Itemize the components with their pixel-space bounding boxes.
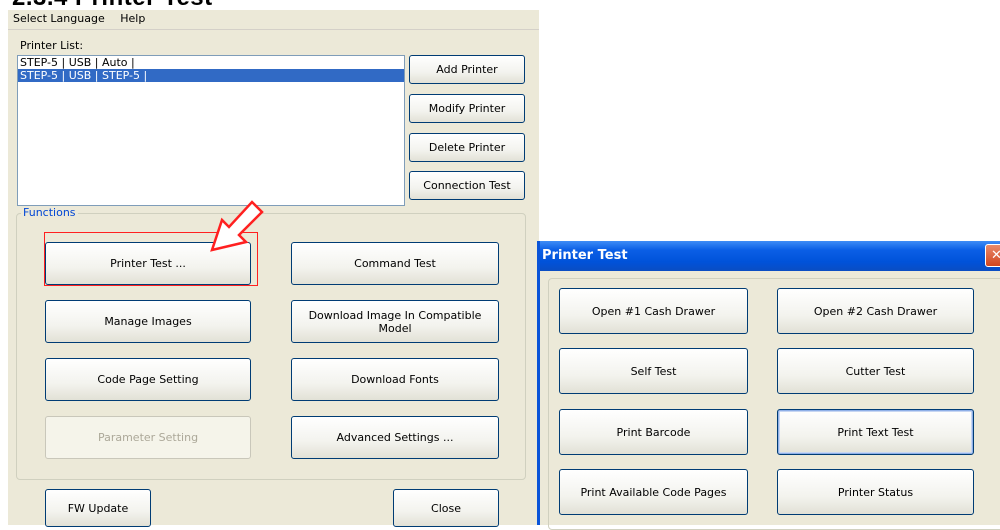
printer-test-dialog: Printer Test ✕ Open #1 Cash Drawer Open … <box>537 241 1000 530</box>
connection-test-button[interactable]: Connection Test <box>409 171 525 200</box>
menu-select-language[interactable]: Select Language <box>8 10 111 27</box>
parameter-setting-button: Parameter Setting <box>45 416 251 459</box>
download-image-button[interactable]: Download Image In Compatible Model <box>291 300 499 343</box>
code-page-setting-button[interactable]: Code Page Setting <box>45 358 251 401</box>
fw-update-button[interactable]: FW Update <box>45 489 151 527</box>
print-text-test-button[interactable]: Print Text Test <box>777 409 974 455</box>
menu-help[interactable]: Help <box>114 10 151 27</box>
add-printer-button[interactable]: Add Printer <box>409 55 525 84</box>
printer-list[interactable]: STEP-5 | USB | Auto | STEP-5 | USB | STE… <box>17 55 405 206</box>
open-cash-drawer-1-button[interactable]: Open #1 Cash Drawer <box>559 288 748 334</box>
dialog-title: Printer Test <box>542 248 628 263</box>
menu-bar: Select Language Help <box>8 10 539 30</box>
print-barcode-button[interactable]: Print Barcode <box>559 409 748 455</box>
printer-status-button[interactable]: Printer Status <box>777 469 974 515</box>
download-fonts-button[interactable]: Download Fonts <box>291 358 499 401</box>
command-test-button[interactable]: Command Test <box>291 242 499 285</box>
dialog-title-bar[interactable]: Printer Test ✕ <box>540 241 1000 271</box>
pointer-arrow-icon <box>210 200 264 252</box>
self-test-button[interactable]: Self Test <box>559 348 748 394</box>
delete-printer-button[interactable]: Delete Printer <box>409 133 525 162</box>
advanced-settings-button[interactable]: Advanced Settings ... <box>291 416 499 459</box>
dialog-close-icon[interactable]: ✕ <box>985 244 1000 267</box>
main-window: Select Language Help Printer List: STEP-… <box>8 10 539 527</box>
printer-list-item[interactable]: STEP-5 | USB | Auto | <box>18 56 404 69</box>
open-cash-drawer-2-button[interactable]: Open #2 Cash Drawer <box>777 288 974 334</box>
manage-images-button[interactable]: Manage Images <box>45 300 251 343</box>
print-code-pages-button[interactable]: Print Available Code Pages <box>559 469 748 515</box>
cutter-test-button[interactable]: Cutter Test <box>777 348 974 394</box>
close-button[interactable]: Close <box>393 489 499 527</box>
printer-list-label: Printer List: <box>20 39 84 52</box>
modify-printer-button[interactable]: Modify Printer <box>409 94 525 123</box>
functions-group-label: Functions <box>21 206 78 219</box>
printer-list-item-selected[interactable]: STEP-5 | USB | STEP-5 | <box>18 69 404 82</box>
